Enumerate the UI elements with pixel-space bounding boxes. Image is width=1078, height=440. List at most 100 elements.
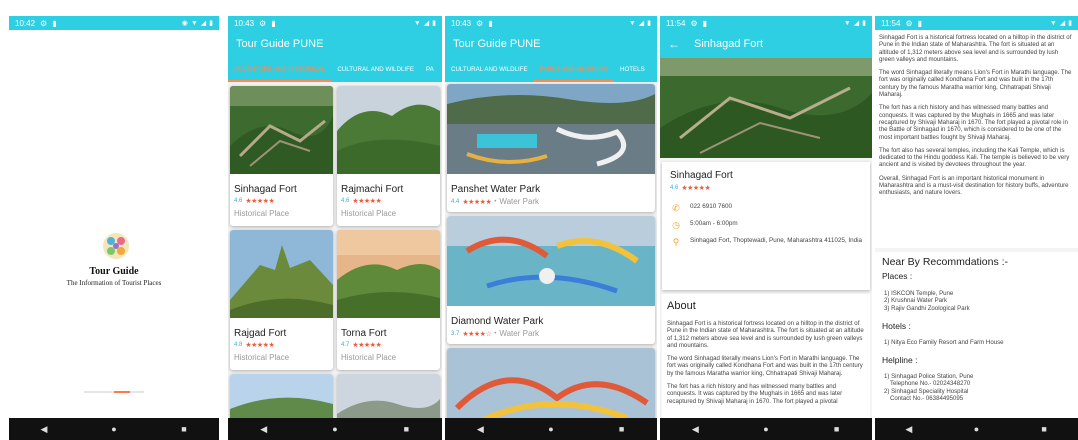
list-item: 1) Nitya Eco Family Resort and Farm Hous… xyxy=(884,338,1004,346)
diamond-thumbnail xyxy=(447,216,655,306)
hotels-list: 1) Nitya Eco Family Resort and Farm Hous… xyxy=(882,339,1071,346)
info-card: Sinhagad Fort 4.6 ★★★★★ ✆ 022 6910 7600 … xyxy=(662,162,870,290)
back-nav-icon[interactable]: ◀ xyxy=(249,424,279,435)
place-card-diamond[interactable]: Diamond Water Park 3.7 ★★★★☆ • Water Par… xyxy=(447,216,655,344)
category-tabs: ADVENTURE AND HISTORICAL CULTURAL AND WI… xyxy=(228,58,442,82)
tab-cultural-wildlife[interactable]: CULTURAL AND WILDLIFE xyxy=(331,58,420,82)
recents-nav-icon[interactable]: ■ xyxy=(822,424,852,434)
detail-hero-image xyxy=(660,58,872,158)
status-time: 11:54 xyxy=(666,18,686,28)
place-card-panshet[interactable]: Panshet Water Park 4.4 ★★★★★ • Water Par… xyxy=(447,84,655,212)
back-nav-icon[interactable]: ◀ xyxy=(29,424,59,435)
loading-progress-fill xyxy=(114,391,130,393)
place-category: Historical Place xyxy=(234,353,290,362)
places-heading: Places : xyxy=(882,271,913,281)
home-nav-icon[interactable]: ● xyxy=(320,424,350,434)
battery-status-icon: ▮ xyxy=(209,20,213,27)
star-rating-icon: ★★★★★ xyxy=(352,198,382,205)
about-text: Sinhagad Fort is a historical fortress l… xyxy=(875,30,1078,248)
recents-nav-icon[interactable]: ■ xyxy=(169,424,199,434)
rating-value: 3.7 xyxy=(451,330,460,337)
recents-nav-icon[interactable]: ■ xyxy=(1029,424,1059,434)
back-nav-icon[interactable]: ◀ xyxy=(680,424,710,435)
place-rating: 4.4 ★★★★★ • Water Park xyxy=(447,197,655,206)
back-nav-icon[interactable]: ◀ xyxy=(894,424,924,435)
phone-row[interactable]: ✆ 022 6910 7600 xyxy=(670,200,862,217)
status-bar: 11:54 ⚙ ▮ ▼ ◢ ▮ xyxy=(660,16,872,30)
tab-cultural-wildlife[interactable]: CULTURAL AND WILDLIFE xyxy=(445,58,534,82)
place-card-torna[interactable]: Torna Fort 4.7 ★★★★★ Historical Place xyxy=(337,230,440,370)
star-rating-icon: ★★★★★ xyxy=(245,342,275,349)
detail-screen: 11:54 ⚙ ▮ ▼ ◢ ▮ ← Sinhagad Fort Sinhagad… xyxy=(660,16,872,440)
address-row[interactable]: ⚲ Sinhagad Fort, Thoptewadi, Pune, Mahar… xyxy=(670,234,862,251)
recents-nav-icon[interactable]: ■ xyxy=(391,424,421,434)
app-title: Tour Guide PUNE xyxy=(453,38,541,50)
about-paragraph: The word Sinhagad literally means Lion's… xyxy=(667,355,863,377)
phone-icon: ✆ xyxy=(672,203,680,213)
settings-status-icon: ⚙ xyxy=(476,18,484,28)
separator-dot: • xyxy=(494,330,497,337)
home-nav-icon[interactable]: ● xyxy=(99,424,129,434)
sinhagad-thumbnail xyxy=(230,86,333,174)
star-rating-icon: ★★★★★ xyxy=(681,185,711,192)
about-paragraph: The fort also has several temples, inclu… xyxy=(879,146,1070,169)
recents-nav-icon[interactable]: ■ xyxy=(607,424,637,434)
status-time: 10:42 xyxy=(15,18,36,28)
star-rating-icon: ★★★★★ xyxy=(462,198,492,206)
about-paragraph: The fort has a rich history and has witn… xyxy=(879,104,1068,141)
clock-icon: ◷ xyxy=(672,220,680,230)
tab-parks-partial[interactable]: PA xyxy=(420,58,440,82)
place-category: Historical Place xyxy=(234,209,290,218)
detail-title: Sinhagad Fort xyxy=(694,38,764,50)
about-text: Sinhagad Fort is a historical fortress l… xyxy=(667,320,865,405)
wifi-status-icon: ▼ xyxy=(190,19,198,27)
signal-status-icon: ◢ xyxy=(423,20,430,27)
address: Sinhagad Fort, Thoptewadi, Pune, Maharas… xyxy=(690,237,862,244)
home-adventure-screen: 10:43 ⚙ ▮ ▼ ◢ ▮ Tour Guide PUNE ADVENTUR… xyxy=(228,16,442,440)
status-time: 10:43 xyxy=(451,18,472,28)
star-rating-icon: ★★★★★ xyxy=(245,198,275,205)
place-category: Water Park xyxy=(499,329,540,338)
home-nav-icon[interactable]: ● xyxy=(751,424,781,434)
helpline-list: 1) Sinhagad Police Station, Pune Telepho… xyxy=(882,373,1071,402)
tab-hotels[interactable]: HOTELS xyxy=(614,58,651,82)
sd-card-status-icon: ▮ xyxy=(702,18,708,28)
status-bar: 10:42 ⚙ ▮ ◉ ▼ ◢ ▮ xyxy=(9,16,219,30)
system-nav-bar: ◀ ● ■ xyxy=(660,418,872,440)
place-card-sinhagad[interactable]: Sinhagad Fort 4.6 ★★★★★ Historical Place xyxy=(230,86,333,226)
home-nav-icon[interactable]: ● xyxy=(961,424,991,434)
list-item: Contact No.- 06384495095 xyxy=(890,395,964,403)
place-rating: 4.8 ★★★★★ xyxy=(230,341,333,349)
location-status-icon: ◉ xyxy=(181,20,188,27)
back-arrow-icon[interactable]: ← xyxy=(668,37,680,51)
list-item: Telephone No.- 02024348270 xyxy=(890,380,971,388)
system-nav-bar: ◀ ● ■ xyxy=(875,418,1078,440)
sd-card-status-icon: ▮ xyxy=(52,18,57,28)
settings-status-icon: ⚙ xyxy=(905,18,913,28)
brand-subtitle: The Information of Tourist Places xyxy=(66,279,162,287)
tab-adventure-historical[interactable]: ADVENTURE AND HISTORICAL xyxy=(228,58,332,82)
place-card-rajmachi[interactable]: Rajmachi Fort 4.6 ★★★★★ Historical Place xyxy=(337,86,440,226)
place-rating: 4.6 ★★★★★ xyxy=(337,197,440,205)
list-item: 1) ISKCON Temple, Pune xyxy=(884,290,954,297)
home-nav-icon[interactable]: ● xyxy=(536,424,566,434)
app-title: Tour Guide PUNE xyxy=(236,38,324,50)
list-item: 3) Rajiv Gandhi Zoological Park xyxy=(884,304,970,312)
settings-status-icon: ⚙ xyxy=(259,18,267,28)
about-paragraph: The fort has a rich history and has witn… xyxy=(667,383,843,405)
place-card-partial[interactable] xyxy=(447,348,655,428)
places-list: 1) ISKCON Temple, Pune 2) Krushnai Water… xyxy=(882,290,1071,312)
home-parks-screen: 10:43 ⚙ ▮ ▼ ◢ ▮ Tour Guide PUNE CULTURAL… xyxy=(445,16,657,440)
category-tabs: CULTURAL AND WILDLIFE PARKS AND MUSEUMS … xyxy=(445,58,657,82)
about-paragraph: Sinhagad Fort is a historical fortress l… xyxy=(879,34,1072,63)
place-name: Diamond Water Park xyxy=(451,316,544,327)
back-nav-icon[interactable]: ◀ xyxy=(465,424,495,435)
place-card-rajgad[interactable]: Rajgad Fort 4.8 ★★★★★ Historical Place xyxy=(230,230,333,370)
brand-title: Tour Guide xyxy=(89,266,139,277)
tab-parks-museums[interactable]: PARKS AND MUSEUMS xyxy=(533,58,614,82)
splash-screen: 10:42 ⚙ ▮ ◉ ▼ ◢ ▮ Tour Guide The Informa xyxy=(9,16,219,440)
rajgad-thumbnail xyxy=(230,230,333,318)
wifi-status-icon: ▼ xyxy=(843,19,851,27)
battery-status-icon: ▮ xyxy=(647,20,651,27)
status-time: 10:43 xyxy=(234,18,255,28)
